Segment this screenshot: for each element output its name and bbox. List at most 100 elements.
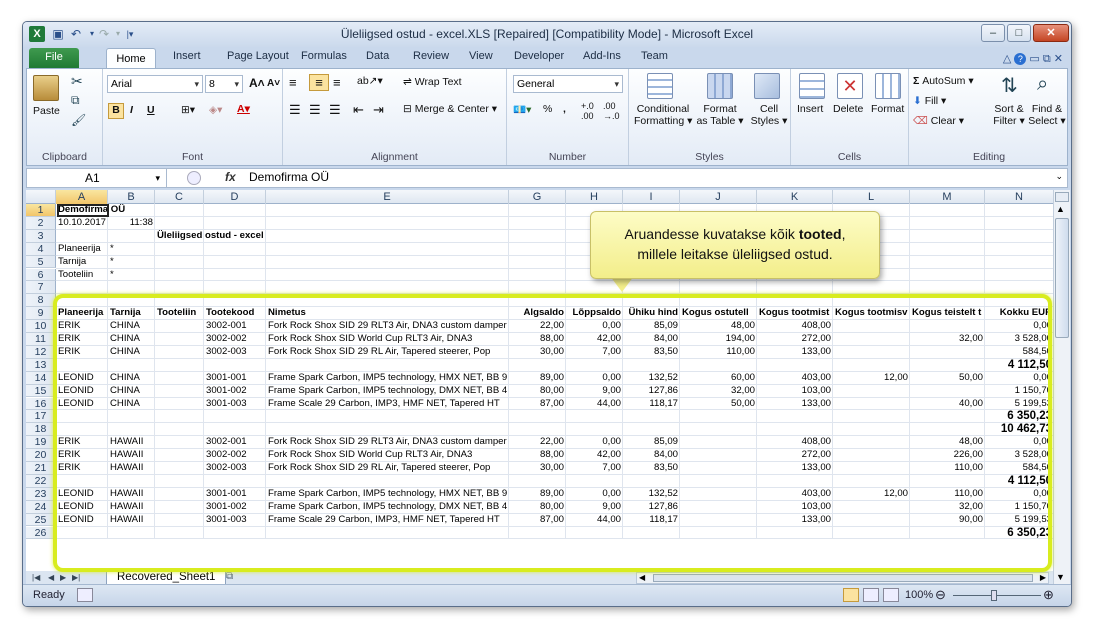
align-left-icon[interactable]: ☰ <box>289 102 301 118</box>
table-cell[interactable]: Fork Rock Shox SID 29 RL Air, Tapered st… <box>266 346 509 358</box>
table-cell[interactable]: LEONID <box>56 385 108 397</box>
table-cell[interactable]: Frame Spark Carbon, IMP5 technology, DMX… <box>266 385 509 397</box>
expand-formula-icon[interactable]: ⌄ <box>1055 171 1063 182</box>
table-cell[interactable]: 1 150,70 <box>985 385 1053 397</box>
tab-view[interactable]: View <box>469 50 493 62</box>
clear-button[interactable]: ⌫ Clear ▾ <box>913 115 964 127</box>
font-size-select[interactable]: 8 <box>205 75 243 93</box>
row-header[interactable]: 19 <box>26 436 56 450</box>
delete-cells-icon[interactable]: ✕ <box>837 73 863 99</box>
last-sheet-icon[interactable]: ▶| <box>72 571 80 585</box>
table-cell[interactable]: 32,00 <box>910 501 985 513</box>
paste-icon[interactable] <box>33 75 59 101</box>
table-cell[interactable]: ERIK <box>56 436 108 448</box>
column-header[interactable]: E <box>266 190 509 204</box>
borders-icon[interactable]: ⊞▾ <box>181 104 195 116</box>
table-cell[interactable]: 3002-001 <box>204 436 266 448</box>
percent-icon[interactable]: % <box>543 103 552 115</box>
table-cell[interactable]: ERIK <box>56 333 108 345</box>
report-title-cell[interactable]: Üleliigsed ostud - excel <box>155 230 355 242</box>
table-cell[interactable]: 3001-002 <box>204 501 266 513</box>
table-cell[interactable]: 133,00 <box>757 514 833 526</box>
total-cell[interactable]: 4 112,50 <box>985 359 1053 371</box>
table-header-cell[interactable]: Algsaldo <box>509 307 566 319</box>
table-cell[interactable]: ERIK <box>56 320 108 332</box>
row-header[interactable]: 10 <box>26 320 56 333</box>
table-cell[interactable]: 22,00 <box>509 436 566 448</box>
tab-add-ins[interactable]: Add-Ins <box>583 50 621 62</box>
table-cell[interactable]: 132,52 <box>623 372 680 384</box>
table-cell[interactable]: 89,00 <box>509 372 566 384</box>
help-icon[interactable]: ? <box>1014 53 1027 65</box>
table-cell[interactable]: 194,00 <box>680 333 757 345</box>
table-cell[interactable]: Frame Scale 29 Carbon, IMP3, HMF NET, Ta… <box>266 398 509 410</box>
tab-data[interactable]: Data <box>366 50 389 62</box>
table-cell[interactable]: 9,00 <box>566 501 623 513</box>
row-header[interactable]: 13 <box>26 358 56 372</box>
hscroll-thumb[interactable] <box>653 574 1033 582</box>
table-cell[interactable]: 0,00 <box>566 436 623 448</box>
table-cell[interactable]: 132,52 <box>623 488 680 500</box>
column-header[interactable]: L <box>833 190 910 204</box>
table-cell[interactable]: 83,50 <box>623 462 680 474</box>
table-cell[interactable]: 3001-001 <box>204 372 266 384</box>
table-cell[interactable]: 89,00 <box>509 488 566 500</box>
tab-team[interactable]: Team <box>641 50 668 62</box>
row-header[interactable]: 5 <box>26 255 56 269</box>
table-cell[interactable]: 5 199,53 <box>985 398 1053 410</box>
row-header[interactable]: 22 <box>26 474 56 488</box>
table-cell[interactable]: 133,00 <box>757 462 833 474</box>
autosum-button[interactable]: Σ AutoSum ▾ <box>913 75 974 87</box>
table-cell[interactable]: 0,00 <box>566 320 623 332</box>
macro-record-icon[interactable] <box>77 588 93 602</box>
total-cell[interactable]: 4 112,50 <box>985 475 1053 487</box>
decrease-decimal-icon[interactable]: .00 →.0 <box>603 101 620 121</box>
row-header[interactable]: 6 <box>26 268 56 282</box>
filter-value-cell[interactable]: * <box>108 256 155 268</box>
table-cell[interactable]: ERIK <box>56 449 108 461</box>
table-cell[interactable]: 90,00 <box>910 514 985 526</box>
table-cell[interactable]: LEONID <box>56 501 108 513</box>
table-cell[interactable]: 3001-003 <box>204 398 266 410</box>
page-break-view-icon[interactable] <box>883 588 899 602</box>
wrap-text-button[interactable]: ⇌ Wrap Text <box>403 76 462 88</box>
tab-page-layout[interactable]: Page Layout <box>227 50 289 62</box>
fill-button[interactable]: ⬇ Fill ▾ <box>913 95 946 107</box>
table-cell[interactable]: 42,00 <box>566 333 623 345</box>
table-cell[interactable]: 110,00 <box>910 488 985 500</box>
table-cell[interactable]: 127,86 <box>623 501 680 513</box>
table-cell[interactable]: 3 528,00 <box>985 333 1053 345</box>
row-header[interactable]: 4 <box>26 242 56 256</box>
table-cell[interactable]: 88,00 <box>509 333 566 345</box>
table-cell[interactable]: 48,00 <box>680 320 757 332</box>
table-cell[interactable]: 3002-003 <box>204 346 266 358</box>
sort-filter-button[interactable]: Sort & Filter ▾ <box>989 103 1029 127</box>
sort-filter-icon[interactable]: ⇅ <box>1001 73 1018 98</box>
table-header-cell[interactable]: Planeerija <box>56 307 108 319</box>
table-cell[interactable]: Fork Rock Shox SID 29 RL Air, Tapered st… <box>266 462 509 474</box>
table-cell[interactable]: 0,00 <box>566 488 623 500</box>
table-cell[interactable]: 22,00 <box>509 320 566 332</box>
cell-styles-icon[interactable] <box>754 73 780 99</box>
number-format-select[interactable]: General <box>513 75 623 93</box>
column-header[interactable]: N <box>985 190 1053 204</box>
row-header[interactable]: 8 <box>26 294 56 308</box>
delete-cells-button[interactable]: Delete <box>833 103 863 115</box>
table-cell[interactable]: 32,00 <box>680 385 757 397</box>
paste-button[interactable]: Paste <box>33 105 60 117</box>
table-cell[interactable]: 0,00 <box>985 320 1053 332</box>
font-color-icon[interactable]: A▾ <box>237 103 250 115</box>
table-cell[interactable]: 0,00 <box>985 436 1053 448</box>
table-cell[interactable]: HAWAII <box>108 436 155 448</box>
table-cell[interactable]: 118,17 <box>623 514 680 526</box>
find-select-button[interactable]: Find & Select ▾ <box>1027 103 1067 127</box>
bold-button[interactable]: B <box>108 103 124 119</box>
grow-font-icon[interactable]: A˄ <box>249 76 265 90</box>
insert-sheet-icon[interactable]: ⧉ <box>226 571 233 582</box>
table-cell[interactable]: 3001-001 <box>204 488 266 500</box>
total-cell[interactable]: 6 350,23 <box>985 410 1053 422</box>
table-cell[interactable]: 3002-001 <box>204 320 266 332</box>
table-cell[interactable]: 0,00 <box>985 372 1053 384</box>
merge-center-button[interactable]: ⊟ Merge & Center ▾ <box>403 103 497 115</box>
insert-cells-button[interactable]: Insert <box>797 103 823 115</box>
